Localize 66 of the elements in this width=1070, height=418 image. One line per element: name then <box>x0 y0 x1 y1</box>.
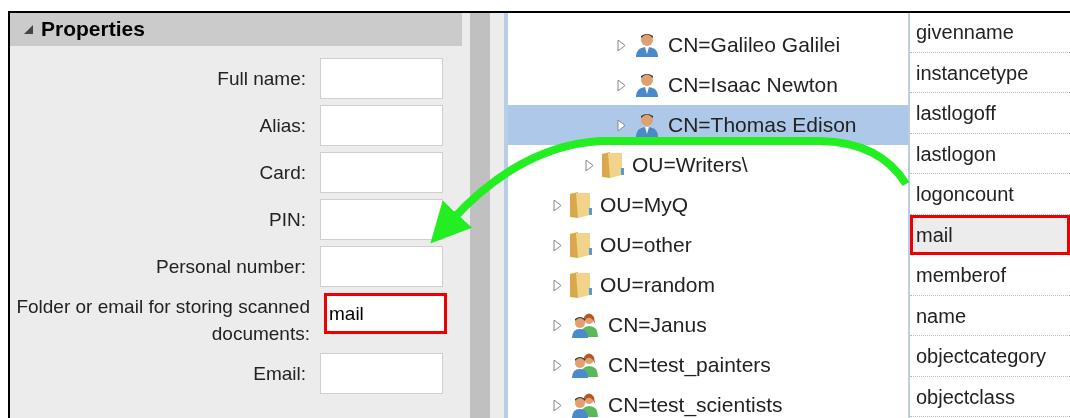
tree-item-label: CN=test_painters <box>608 353 771 377</box>
attribute-item[interactable]: objectclass <box>910 376 1070 417</box>
tree-item[interactable]: OU=MyQ <box>508 185 908 225</box>
tree-item-label: CN=test_scientists <box>608 393 783 417</box>
attribute-item[interactable]: lastlogon <box>910 133 1070 174</box>
expand-triangle-icon <box>553 398 562 412</box>
attribute-item[interactable]: instancetype <box>910 52 1070 93</box>
input-field[interactable] <box>320 246 443 287</box>
tree-item[interactable]: CN=test_painters <box>508 345 908 385</box>
input-field[interactable] <box>320 353 443 394</box>
folder-icon <box>602 152 624 178</box>
user-icon <box>634 72 660 98</box>
input-field[interactable] <box>320 105 443 146</box>
tree-item[interactable]: CN=Galileo Galilei <box>508 25 908 65</box>
splitter-bar[interactable] <box>462 12 508 418</box>
input-field[interactable] <box>320 199 443 240</box>
properties-header[interactable]: Properties <box>10 12 462 46</box>
input-field[interactable]: mail <box>324 293 447 334</box>
user-icon <box>634 32 660 58</box>
tree-item-label: OU=MyQ <box>600 193 689 217</box>
expand-triangle-icon <box>553 318 562 332</box>
field-label: Folder or email for storing scanned documents: <box>15 295 310 346</box>
expand-triangle-icon <box>553 238 562 252</box>
tree-item-label: CN=Isaac Newton <box>668 73 838 97</box>
field-label: Personal number: <box>155 255 306 279</box>
tree-item[interactable]: OU=Writers\ <box>508 145 908 185</box>
tree-item[interactable]: OU=random <box>508 265 908 305</box>
tree-item-label: OU=random <box>600 273 715 297</box>
tree-item-label: CN=Thomas Edison <box>668 113 857 137</box>
attribute-item[interactable]: memberof <box>910 255 1070 296</box>
attribute-item[interactable]: objectcategory <box>910 336 1070 377</box>
group-icon <box>570 312 600 338</box>
field-label: Card: <box>258 161 306 185</box>
attribute-item[interactable]: givenname <box>910 12 1070 53</box>
expand-triangle-icon <box>553 358 562 372</box>
tree-item[interactable]: CN=Janus <box>508 305 908 345</box>
field-label: Email: <box>252 362 306 386</box>
expand-triangle-icon <box>617 78 626 92</box>
field-label: Alias: <box>258 114 306 138</box>
tree-item-label: CN=Janus <box>608 313 707 337</box>
input-field[interactable] <box>320 152 443 193</box>
input-field[interactable] <box>320 58 443 99</box>
tree-item-label: OU=Writers\ <box>632 153 748 177</box>
tree-item[interactable]: OU=other <box>508 225 908 265</box>
folder-icon <box>570 232 592 258</box>
expand-triangle-icon <box>553 198 562 212</box>
attribute-item[interactable]: lastlogoff <box>910 93 1070 134</box>
group-icon <box>570 352 600 378</box>
section-title: Properties <box>41 17 145 41</box>
expand-triangle-icon <box>585 158 594 172</box>
tree-item[interactable]: CN=Isaac Newton <box>508 65 908 105</box>
field-label: PIN: <box>268 208 306 232</box>
folder-icon <box>570 192 592 218</box>
tree-item-label: OU=other <box>600 233 692 257</box>
expand-triangle-icon <box>553 278 562 292</box>
user-icon <box>634 112 660 138</box>
attribute-item[interactable]: logoncount <box>910 174 1070 215</box>
folder-icon <box>570 272 592 298</box>
attribute-item[interactable]: name <box>910 295 1070 336</box>
tree-item-label: CN=Galileo Galilei <box>668 33 841 57</box>
attribute-item[interactable]: mail <box>910 214 1070 255</box>
expand-triangle-icon <box>617 38 626 52</box>
expand-triangle-icon <box>617 118 626 132</box>
field-label: Full name: <box>216 67 306 91</box>
group-icon <box>570 392 600 418</box>
tree-item[interactable]: CN=test_scientists <box>508 385 908 418</box>
